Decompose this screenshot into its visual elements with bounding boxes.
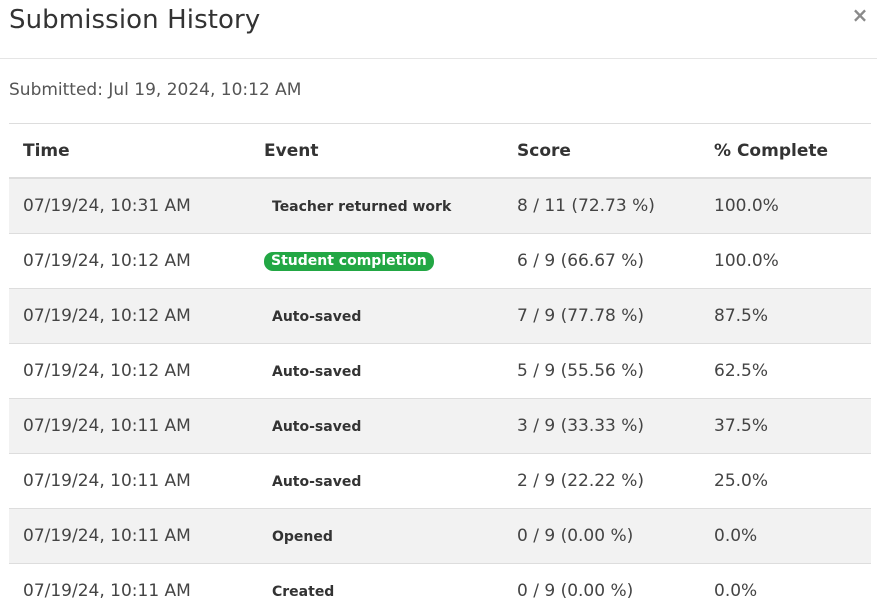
cell-event: Auto-saved xyxy=(250,342,503,398)
cell-complete: 62.5% xyxy=(700,342,871,398)
cell-score: 8 / 11 (72.73 %) xyxy=(503,177,700,233)
cell-event: Auto-saved xyxy=(250,397,503,453)
cell-time: 07/19/24, 10:12 AM xyxy=(9,342,250,398)
event-label: Opened xyxy=(272,528,333,545)
cell-time: 07/19/24, 10:11 AM xyxy=(9,452,250,508)
cell-event: Created xyxy=(250,562,503,613)
table-row: 07/19/24, 10:12 AM Student completion 6 … xyxy=(9,232,871,288)
dialog-header: Submission History × xyxy=(0,0,877,59)
cell-event: Student completion xyxy=(250,232,503,288)
student-completion-badge: Student completion xyxy=(264,252,434,271)
table-row: 07/19/24, 10:31 AM Teacher returned work… xyxy=(9,177,871,233)
cell-time: 07/19/24, 10:12 AM xyxy=(9,232,250,288)
cell-time: 07/19/24, 10:31 AM xyxy=(9,177,250,233)
event-label: Auto-saved xyxy=(272,418,362,435)
cell-event: Opened xyxy=(250,507,503,563)
event-label: Created xyxy=(272,583,335,600)
table-row: 07/19/24, 10:11 AM Opened 0 / 9 (0.00 %)… xyxy=(9,507,871,563)
cell-complete: 87.5% xyxy=(700,287,871,343)
cell-complete: 0.0% xyxy=(700,562,871,613)
cell-event: Teacher returned work xyxy=(250,177,503,233)
cell-time: 07/19/24, 10:11 AM xyxy=(9,397,250,453)
submitted-timestamp: Submitted: Jul 19, 2024, 10:12 AM xyxy=(9,80,302,100)
cell-score: 2 / 9 (22.22 %) xyxy=(503,452,700,508)
header-complete: % Complete xyxy=(700,124,871,179)
cell-time: 07/19/24, 10:12 AM xyxy=(9,287,250,343)
cell-complete: 25.0% xyxy=(700,452,871,508)
cell-complete: 0.0% xyxy=(700,507,871,563)
table-row: 07/19/24, 10:11 AM Auto-saved 2 / 9 (22.… xyxy=(9,452,871,508)
cell-time: 07/19/24, 10:11 AM xyxy=(9,562,250,613)
header-time: Time xyxy=(9,124,250,179)
history-table: Time Event Score % Complete 07/19/24, 10… xyxy=(9,124,871,613)
cell-event: Auto-saved xyxy=(250,452,503,508)
cell-score: 0 / 9 (0.00 %) xyxy=(503,562,700,613)
cell-complete: 100.0% xyxy=(700,232,871,288)
cell-score: 5 / 9 (55.56 %) xyxy=(503,342,700,398)
table-row: 07/19/24, 10:12 AM Auto-saved 7 / 9 (77.… xyxy=(9,287,871,343)
event-label: Teacher returned work xyxy=(272,198,452,215)
submission-history-dialog: Submission History × Submitted: Jul 19, … xyxy=(0,0,877,613)
table-row: 07/19/24, 10:12 AM Auto-saved 5 / 9 (55.… xyxy=(9,342,871,398)
cell-score: 3 / 9 (33.33 %) xyxy=(503,397,700,453)
cell-score: 0 / 9 (0.00 %) xyxy=(503,507,700,563)
header-event: Event xyxy=(250,124,503,179)
event-label: Auto-saved xyxy=(272,308,362,325)
table-header-row: Time Event Score % Complete xyxy=(9,124,871,179)
cell-score: 7 / 9 (77.78 %) xyxy=(503,287,700,343)
cell-score: 6 / 9 (66.67 %) xyxy=(503,232,700,288)
dialog-title: Submission History xyxy=(9,5,261,35)
cell-event: Auto-saved xyxy=(250,287,503,343)
cell-complete: 100.0% xyxy=(700,177,871,233)
table-row: 07/19/24, 10:11 AM Created 0 / 9 (0.00 %… xyxy=(9,562,871,613)
close-icon[interactable]: × xyxy=(851,4,869,26)
cell-time: 07/19/24, 10:11 AM xyxy=(9,507,250,563)
event-label: Auto-saved xyxy=(272,363,362,380)
header-score: Score xyxy=(503,124,700,179)
cell-complete: 37.5% xyxy=(700,397,871,453)
table-row: 07/19/24, 10:11 AM Auto-saved 3 / 9 (33.… xyxy=(9,397,871,453)
event-label: Auto-saved xyxy=(272,473,362,490)
history-table-container: Time Event Score % Complete 07/19/24, 10… xyxy=(9,123,871,613)
